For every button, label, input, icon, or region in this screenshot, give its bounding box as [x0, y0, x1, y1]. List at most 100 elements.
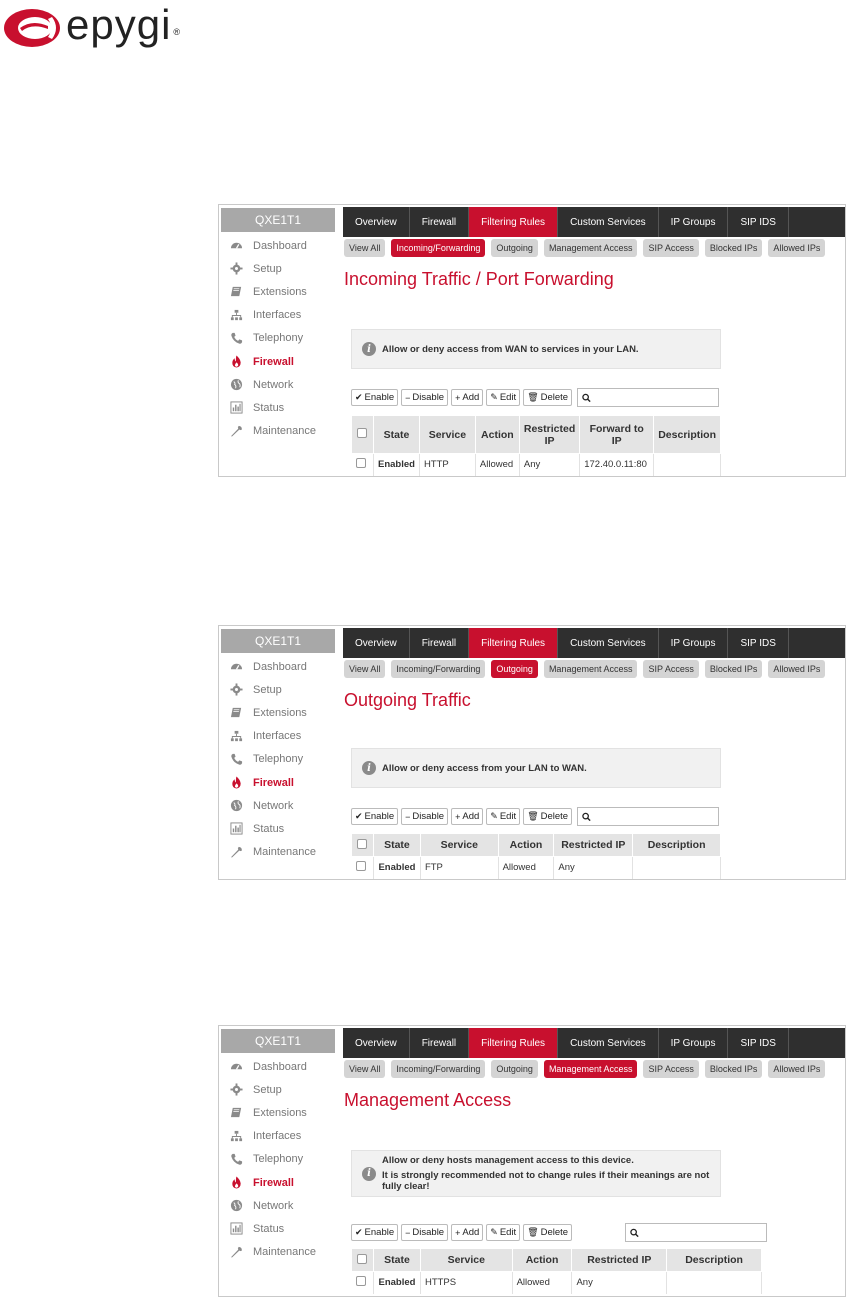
- delete-button[interactable]: 🗑 Delete: [523, 389, 573, 406]
- subtab-allowed-ips[interactable]: Allowed IPs: [768, 660, 826, 678]
- sidebar-item-dashboard[interactable]: Dashboard: [219, 1055, 337, 1078]
- select-all-checkbox[interactable]: [351, 1248, 374, 1272]
- sidebar-item-telephony[interactable]: Telephony: [219, 1148, 337, 1171]
- sidebar-item-dashboard[interactable]: Dashboard: [219, 234, 337, 257]
- sidebar-item-firewall[interactable]: Firewall: [219, 1171, 337, 1194]
- enable-button[interactable]: ✔ Enable: [351, 808, 399, 825]
- tab-custom-services[interactable]: Custom Services: [558, 1028, 659, 1058]
- sidebar-item-network[interactable]: Network: [219, 1194, 337, 1217]
- sidebar-item-telephony[interactable]: Telephony: [219, 748, 337, 771]
- subtab-incoming-forwarding[interactable]: Incoming/Forwarding: [391, 1060, 486, 1078]
- enable-button[interactable]: ✔ Enable: [351, 1224, 399, 1241]
- subtab-management-access[interactable]: Management Access: [543, 239, 638, 257]
- table-row[interactable]: Enabled HTTP Allowed Any 172.40.0.11:80: [351, 453, 721, 476]
- search-box[interactable]: [577, 807, 720, 826]
- column-header[interactable]: Description: [653, 415, 721, 454]
- column-header[interactable]: Restricted IP: [571, 1248, 668, 1272]
- edit-button[interactable]: ✎ Edit: [486, 808, 521, 825]
- column-header[interactable]: Description: [632, 833, 721, 857]
- subtab-sip-access[interactable]: SIP Access: [643, 660, 699, 678]
- column-header[interactable]: Description: [666, 1248, 762, 1272]
- column-header[interactable]: Service: [419, 1248, 513, 1272]
- sidebar-item-setup[interactable]: Setup: [219, 1078, 337, 1101]
- subtab-incoming-forwarding[interactable]: Incoming/Forwarding: [391, 239, 486, 257]
- tab-overview[interactable]: Overview: [343, 207, 410, 237]
- tab-firewall[interactable]: Firewall: [410, 1028, 470, 1058]
- subtab-blocked-ips[interactable]: Blocked IPs: [704, 239, 763, 257]
- subtab-allowed-ips[interactable]: Allowed IPs: [768, 239, 826, 257]
- search-box[interactable]: [625, 1223, 768, 1242]
- subtab-view-all[interactable]: View All: [344, 239, 386, 257]
- subtab-allowed-ips[interactable]: Allowed IPs: [768, 1060, 826, 1078]
- column-header[interactable]: Service: [418, 415, 476, 454]
- column-header[interactable]: State: [372, 1248, 421, 1272]
- column-header[interactable]: Restricted IP: [518, 415, 581, 454]
- column-header[interactable]: Action: [474, 415, 520, 454]
- sidebar-item-maintenance[interactable]: Maintenance: [219, 841, 337, 864]
- column-header[interactable]: Action: [511, 1248, 573, 1272]
- select-all-checkbox[interactable]: [351, 833, 374, 857]
- sidebar-item-setup[interactable]: Setup: [219, 678, 337, 701]
- tab-ip-groups[interactable]: IP Groups: [659, 207, 729, 237]
- sidebar-item-maintenance[interactable]: Maintenance: [219, 420, 337, 443]
- sidebar-item-interfaces[interactable]: Interfaces: [219, 1125, 337, 1148]
- column-header[interactable]: Forward to IP: [579, 415, 655, 454]
- disable-button[interactable]: − Disable: [401, 808, 449, 825]
- edit-button[interactable]: ✎ Edit: [486, 1224, 521, 1241]
- tab-custom-services[interactable]: Custom Services: [558, 207, 659, 237]
- sidebar-item-maintenance[interactable]: Maintenance: [219, 1241, 337, 1264]
- search-input[interactable]: [595, 392, 719, 403]
- subtab-management-access[interactable]: Management Access: [543, 1060, 638, 1078]
- sidebar-item-firewall[interactable]: Firewall: [219, 771, 337, 794]
- disable-button[interactable]: − Disable: [401, 1224, 449, 1241]
- sidebar-item-firewall[interactable]: Firewall: [219, 350, 337, 373]
- sidebar-item-dashboard[interactable]: Dashboard: [219, 655, 337, 678]
- tab-ip-groups[interactable]: IP Groups: [659, 628, 729, 658]
- tab-filtering-rules[interactable]: Filtering Rules: [469, 628, 559, 658]
- disable-button[interactable]: − Disable: [401, 389, 449, 406]
- column-header[interactable]: Service: [419, 833, 499, 857]
- row-checkbox[interactable]: [351, 453, 374, 476]
- sidebar-item-network[interactable]: Network: [219, 794, 337, 817]
- column-header[interactable]: Action: [497, 833, 555, 857]
- select-all-checkbox[interactable]: [351, 415, 374, 454]
- tab-firewall[interactable]: Firewall: [410, 207, 470, 237]
- sidebar-item-extensions[interactable]: Extensions: [219, 701, 337, 724]
- tab-ip-groups[interactable]: IP Groups: [659, 1028, 729, 1058]
- subtab-outgoing[interactable]: Outgoing: [491, 660, 538, 678]
- edit-button[interactable]: ✎ Edit: [486, 389, 521, 406]
- table-row[interactable]: Enabled FTP Allowed Any: [351, 856, 721, 879]
- sidebar-item-setup[interactable]: Setup: [219, 257, 337, 280]
- subtab-blocked-ips[interactable]: Blocked IPs: [704, 660, 763, 678]
- add-button[interactable]: + Add: [451, 389, 484, 406]
- subtab-view-all[interactable]: View All: [344, 1060, 386, 1078]
- subtab-sip-access[interactable]: SIP Access: [643, 1060, 699, 1078]
- subtab-blocked-ips[interactable]: Blocked IPs: [704, 1060, 763, 1078]
- tab-firewall[interactable]: Firewall: [410, 628, 470, 658]
- subtab-view-all[interactable]: View All: [344, 660, 386, 678]
- row-checkbox[interactable]: [351, 856, 374, 879]
- sidebar-item-telephony[interactable]: Telephony: [219, 327, 337, 350]
- tab-sip-ids[interactable]: SIP IDS: [728, 628, 789, 658]
- table-row[interactable]: Enabled HTTPS Allowed Any: [351, 1271, 762, 1294]
- sidebar-item-extensions[interactable]: Extensions: [219, 280, 337, 303]
- delete-button[interactable]: 🗑 Delete: [523, 808, 573, 825]
- subtab-outgoing[interactable]: Outgoing: [491, 239, 538, 257]
- row-checkbox[interactable]: [351, 1271, 374, 1294]
- search-input[interactable]: [595, 811, 719, 822]
- sidebar-item-interfaces[interactable]: Interfaces: [219, 725, 337, 748]
- sidebar-item-extensions[interactable]: Extensions: [219, 1101, 337, 1124]
- subtab-sip-access[interactable]: SIP Access: [643, 239, 699, 257]
- search-box[interactable]: [577, 388, 720, 407]
- tab-filtering-rules[interactable]: Filtering Rules: [469, 207, 559, 237]
- delete-button[interactable]: 🗑 Delete: [523, 1224, 573, 1241]
- column-header[interactable]: State: [372, 833, 421, 857]
- tab-overview[interactable]: Overview: [343, 1028, 410, 1058]
- enable-button[interactable]: ✔ Enable: [351, 389, 399, 406]
- search-input[interactable]: [643, 1227, 767, 1238]
- subtab-management-access[interactable]: Management Access: [543, 660, 638, 678]
- tab-custom-services[interactable]: Custom Services: [558, 628, 659, 658]
- tab-filtering-rules[interactable]: Filtering Rules: [469, 1028, 559, 1058]
- add-button[interactable]: + Add: [451, 808, 484, 825]
- column-header[interactable]: Restricted IP: [553, 833, 634, 857]
